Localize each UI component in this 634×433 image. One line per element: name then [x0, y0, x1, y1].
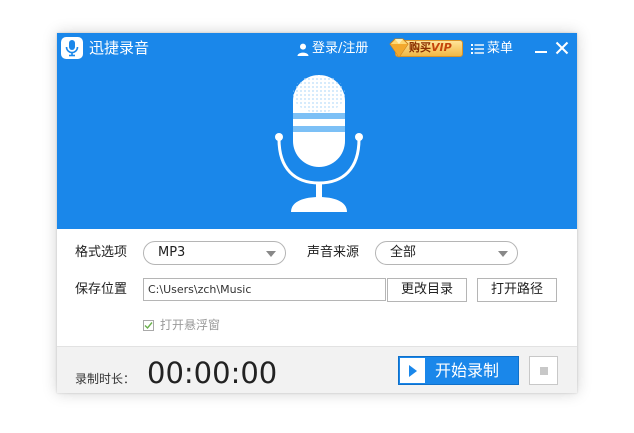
duration-value: 00:00:00: [147, 356, 278, 390]
check-icon: [144, 321, 153, 329]
list-menu-icon: [471, 44, 484, 54]
source-select[interactable]: 全部: [375, 241, 518, 265]
footer-bar: 录制时长： 00:00:00 开始录制: [57, 346, 577, 393]
chevron-down-icon: [266, 251, 276, 257]
microphone-icon: [275, 75, 363, 212]
app-logo-icon: [61, 37, 83, 59]
checkbox-box: [143, 319, 154, 331]
vip-diamond-icon: [389, 38, 409, 58]
login-register-label: 登录/注册: [312, 41, 369, 56]
float-window-checkbox[interactable]: 打开悬浮窗: [143, 317, 220, 333]
header-panel: 迅捷录音 登录/注册 购买VIP 菜单: [57, 33, 577, 229]
float-window-label: 打开悬浮窗: [160, 318, 221, 332]
save-path-input[interactable]: C:\Users\zch\Music: [143, 278, 386, 301]
format-select[interactable]: MP3: [143, 241, 286, 265]
buy-vip-button[interactable]: 购买VIP: [387, 38, 464, 58]
app-window: 迅捷录音 登录/注册 购买VIP 菜单 格式选项 MP3 声音来源 全部 保存位…: [57, 33, 577, 393]
open-path-button[interactable]: 打开路径: [477, 278, 557, 302]
play-icon: [400, 358, 425, 383]
duration-label: 录制时长：: [75, 372, 136, 386]
close-button[interactable]: [553, 39, 571, 57]
login-register-link[interactable]: 登录/注册: [297, 40, 368, 58]
format-label: 格式选项: [75, 245, 128, 260]
save-location-label: 保存位置: [75, 282, 128, 297]
menu-button[interactable]: 菜单: [471, 40, 513, 58]
minimize-icon: [535, 51, 547, 53]
format-select-value: MP3: [158, 245, 186, 260]
close-icon: [555, 41, 569, 55]
source-label: 声音来源: [307, 245, 360, 260]
stop-button[interactable]: [529, 356, 558, 385]
minimize-button[interactable]: [532, 39, 550, 57]
chevron-down-icon: [498, 251, 508, 257]
change-directory-button[interactable]: 更改目录: [387, 278, 467, 302]
source-select-value: 全部: [390, 245, 417, 260]
start-recording-label: 开始录制: [435, 361, 500, 380]
start-recording-button[interactable]: 开始录制: [398, 356, 519, 385]
vip-label: 购买VIP: [409, 41, 452, 54]
title-bar: 迅捷录音 登录/注册 购买VIP 菜单: [57, 33, 577, 63]
user-icon: [297, 43, 309, 56]
app-title: 迅捷录音: [89, 39, 150, 57]
menu-label: 菜单: [487, 41, 514, 56]
